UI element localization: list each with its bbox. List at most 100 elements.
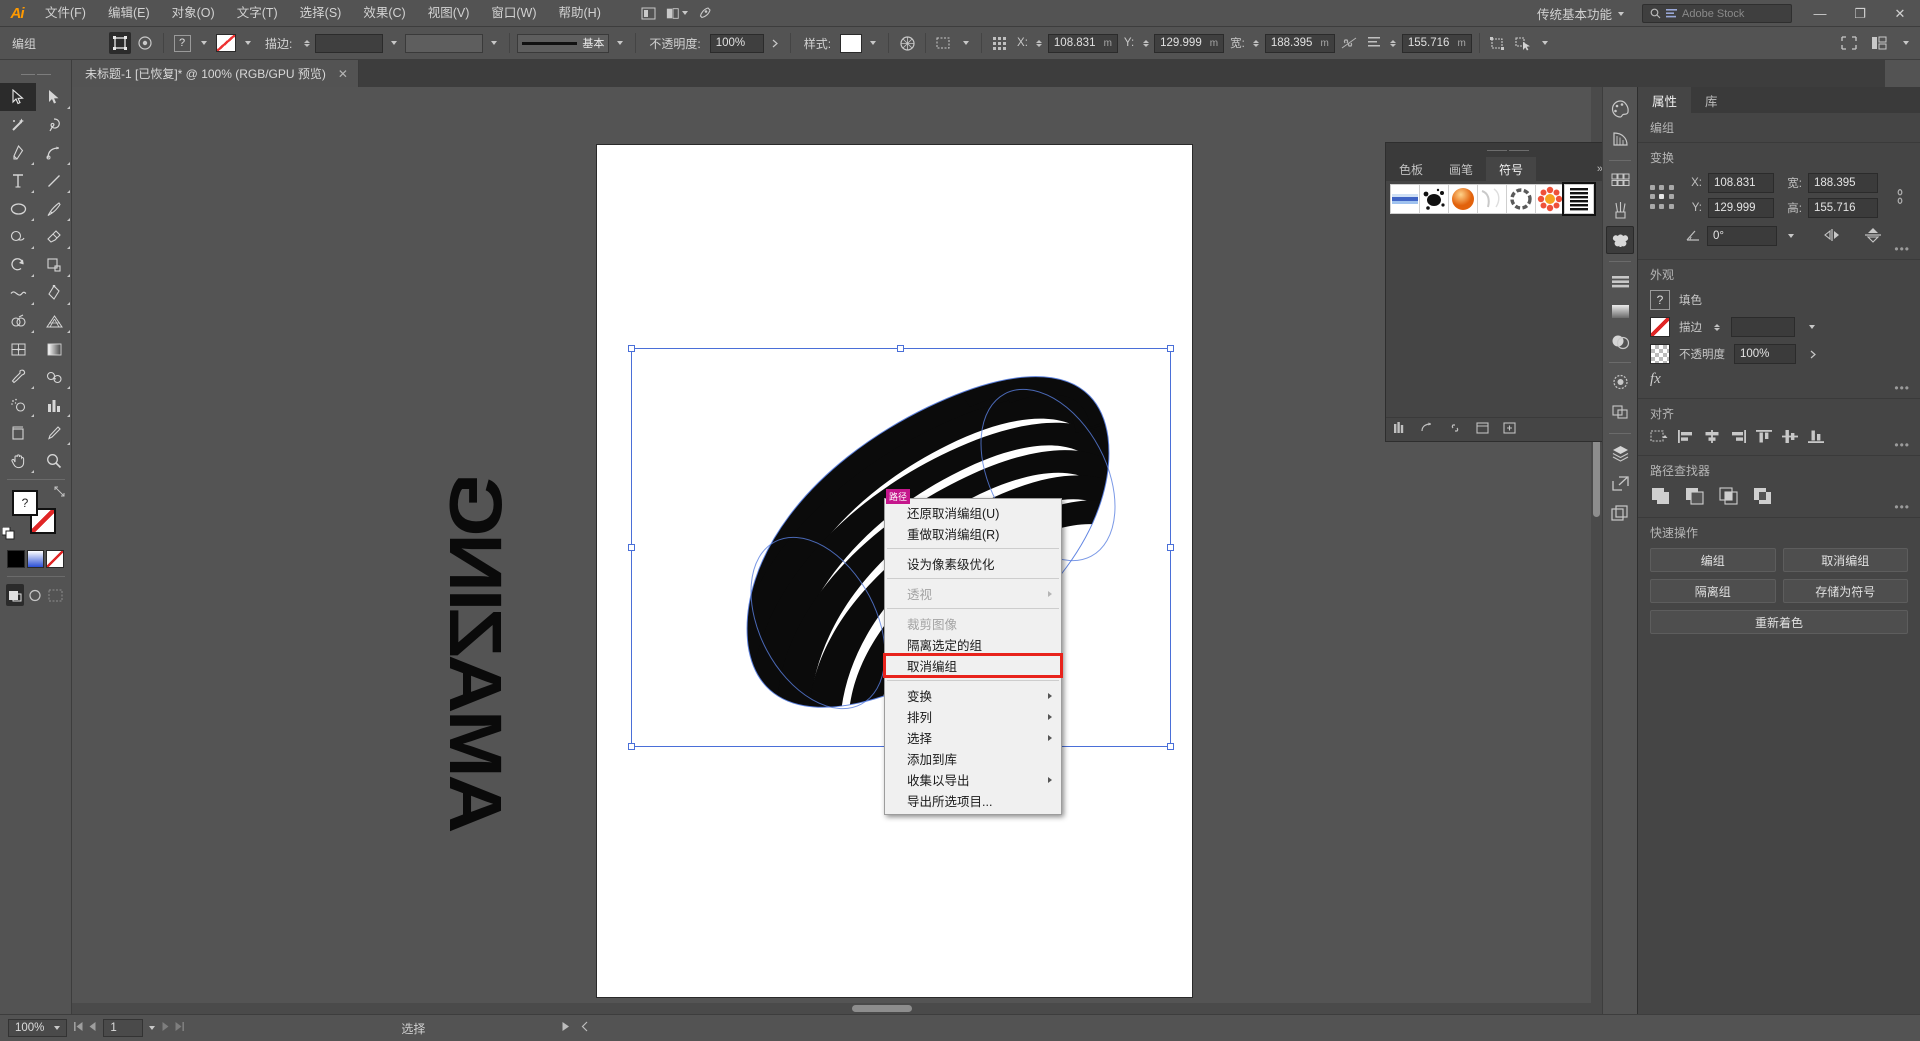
line-segment-tool[interactable] <box>36 167 72 195</box>
isolate-group-button[interactable]: 隔离组 <box>1650 579 1776 603</box>
symbol-ring-chain[interactable] <box>1506 184 1536 214</box>
appearance-more-options-icon[interactable]: ••• <box>1894 381 1910 395</box>
canvas-mode-icon[interactable] <box>1838 32 1860 54</box>
stroke-profile-preview[interactable]: 基本 <box>517 34 609 53</box>
shaper-tool[interactable] <box>0 223 36 251</box>
stroke-color-swatch[interactable] <box>215 32 237 54</box>
save-as-symbol-button[interactable]: 存储为符号 <box>1783 579 1909 603</box>
stroke-weight-field[interactable] <box>315 34 383 53</box>
color-guide-panel-icon[interactable] <box>1606 125 1634 153</box>
fill-swatch[interactable]: ? <box>12 490 38 516</box>
rotation-angle-field[interactable]: 0° <box>1707 226 1777 246</box>
break-link-icon[interactable] <box>1448 422 1462 437</box>
menu-window[interactable]: 窗口(W) <box>480 0 547 27</box>
transparency-panel-icon[interactable] <box>1606 327 1634 355</box>
opacity-flyout-arrow[interactable] <box>767 33 783 53</box>
arrange-documents-icon[interactable] <box>666 2 688 24</box>
bounding-box-icon[interactable] <box>109 32 131 54</box>
align-reference-icon[interactable] <box>989 32 1011 54</box>
direct-selection-tool[interactable] <box>36 83 72 111</box>
width-field[interactable]: 188.395 m <box>1265 34 1335 53</box>
zoom-level-control[interactable]: 100% <box>8 1019 67 1037</box>
last-artboard-icon[interactable] <box>174 1021 185 1035</box>
layers-panel-icon[interactable] <box>1606 439 1634 467</box>
align-to-selection-icon[interactable] <box>1650 429 1669 447</box>
paintbrush-tool[interactable] <box>36 195 72 223</box>
menu-select[interactable]: 选择(S) <box>289 0 353 27</box>
arrange-dropdown-arrow[interactable] <box>1898 33 1914 53</box>
blend-tool[interactable] <box>36 363 72 391</box>
screen-mode-icon[interactable] <box>47 584 65 606</box>
select-similar-icon[interactable] <box>933 32 955 54</box>
ctx-ungroup[interactable]: 取消编组 <box>885 655 1061 676</box>
minus-front-icon[interactable] <box>1684 486 1706 509</box>
vertical-align-middle-icon[interactable] <box>1781 429 1799 447</box>
mesh-tool[interactable] <box>0 335 36 363</box>
artwork-text-amazing[interactable]: AMAZING <box>320 387 510 817</box>
menu-file[interactable]: 文件(F) <box>34 0 97 27</box>
gradient-panel-icon[interactable] <box>1606 297 1634 325</box>
transform-more-options-icon[interactable]: ••• <box>1894 242 1910 256</box>
recolor-artwork-icon[interactable] <box>896 32 918 54</box>
column-graph-tool[interactable] <box>36 391 72 419</box>
canvas-horizontal-scrollbar[interactable] <box>72 1003 1602 1014</box>
symbol-options-icon[interactable] <box>1476 422 1489 437</box>
tab-symbols[interactable]: 符号 <box>1486 157 1536 181</box>
close-button[interactable]: ✕ <box>1880 0 1920 27</box>
swatches-panel-icon[interactable] <box>1606 166 1634 194</box>
tab-swatches[interactable]: 色板 <box>1386 157 1436 181</box>
y-field[interactable]: 129.999 m <box>1154 34 1224 53</box>
y-field[interactable]: 129.999 <box>1708 198 1774 218</box>
menu-help[interactable]: 帮助(H) <box>548 0 612 27</box>
symbol-sprayer-tool[interactable] <box>0 391 36 419</box>
ctx-collect-for-export[interactable]: 收集以导出 <box>885 769 1061 790</box>
group-button[interactable]: 编组 <box>1650 548 1776 572</box>
stroke-profile-dropdown-arrow[interactable] <box>612 33 628 53</box>
intersect-icon[interactable] <box>1718 486 1740 509</box>
width-field[interactable]: 188.395 <box>1808 173 1878 193</box>
asset-export-panel-icon[interactable] <box>1606 469 1634 497</box>
appearance-panel-icon[interactable] <box>1606 368 1634 396</box>
document-setup-icon[interactable] <box>638 2 660 24</box>
hand-tool[interactable] <box>0 447 36 475</box>
vertical-align-top-icon[interactable] <box>1755 429 1773 447</box>
ctx-add-to-library[interactable]: 添加到库 <box>885 748 1061 769</box>
reference-point-selector[interactable] <box>1650 185 1676 211</box>
scale-tool[interactable] <box>36 251 72 279</box>
symbol-ink-splat[interactable] <box>1419 184 1449 214</box>
height-stepper[interactable] <box>1388 34 1399 53</box>
align-more-options-icon[interactable]: ••• <box>1894 438 1910 452</box>
adobe-stock-search[interactable]: Adobe Stock <box>1642 4 1792 23</box>
fill-color-swatch[interactable]: ? <box>1650 290 1670 310</box>
type-tool[interactable] <box>0 167 36 195</box>
ctx-export-selection[interactable]: 导出所选项目... <box>885 790 1061 811</box>
symbol-amazing-artwork[interactable] <box>1564 184 1594 214</box>
horizontal-align-right-icon[interactable] <box>1729 429 1747 447</box>
symbol-gradient-strip[interactable] <box>1390 184 1420 214</box>
select-menu-dropdown-arrow[interactable] <box>1537 33 1553 53</box>
default-fill-stroke-icon[interactable] <box>2 527 15 540</box>
x-field[interactable]: 108.831 m <box>1048 34 1118 53</box>
y-stepper[interactable] <box>1140 34 1151 53</box>
ctx-undo-ungroup[interactable]: 还原取消编组(U) <box>885 502 1061 523</box>
none-color-button[interactable] <box>46 550 64 568</box>
rotate-tool[interactable] <box>0 251 36 279</box>
panel-drag-grip[interactable] <box>1386 143 1629 157</box>
menu-edit[interactable]: 编辑(E) <box>97 0 161 27</box>
color-panel-icon[interactable] <box>1606 95 1634 123</box>
x-stepper[interactable] <box>1034 34 1045 53</box>
status-tool-indicator[interactable]: 选择 <box>401 1020 425 1037</box>
x-field[interactable]: 108.831 <box>1708 173 1774 193</box>
solid-color-button[interactable] <box>7 550 25 568</box>
graphic-style-swatch[interactable] <box>840 34 862 53</box>
transform-panel-icon[interactable] <box>1487 32 1509 54</box>
previous-artboard-icon[interactable] <box>88 1021 97 1035</box>
arrange-layout-icon[interactable] <box>1868 32 1890 54</box>
fx-icon[interactable]: fx <box>1650 371 1661 388</box>
first-artboard-icon[interactable] <box>73 1021 84 1035</box>
artboard-tool[interactable] <box>0 419 36 447</box>
ctx-make-pixel-perfect[interactable]: 设为像素级优化 <box>885 553 1061 574</box>
ungroup-button[interactable]: 取消编组 <box>1783 548 1909 572</box>
stroke-color-swatch[interactable] <box>1650 317 1670 337</box>
next-artboard-icon[interactable] <box>161 1021 170 1035</box>
